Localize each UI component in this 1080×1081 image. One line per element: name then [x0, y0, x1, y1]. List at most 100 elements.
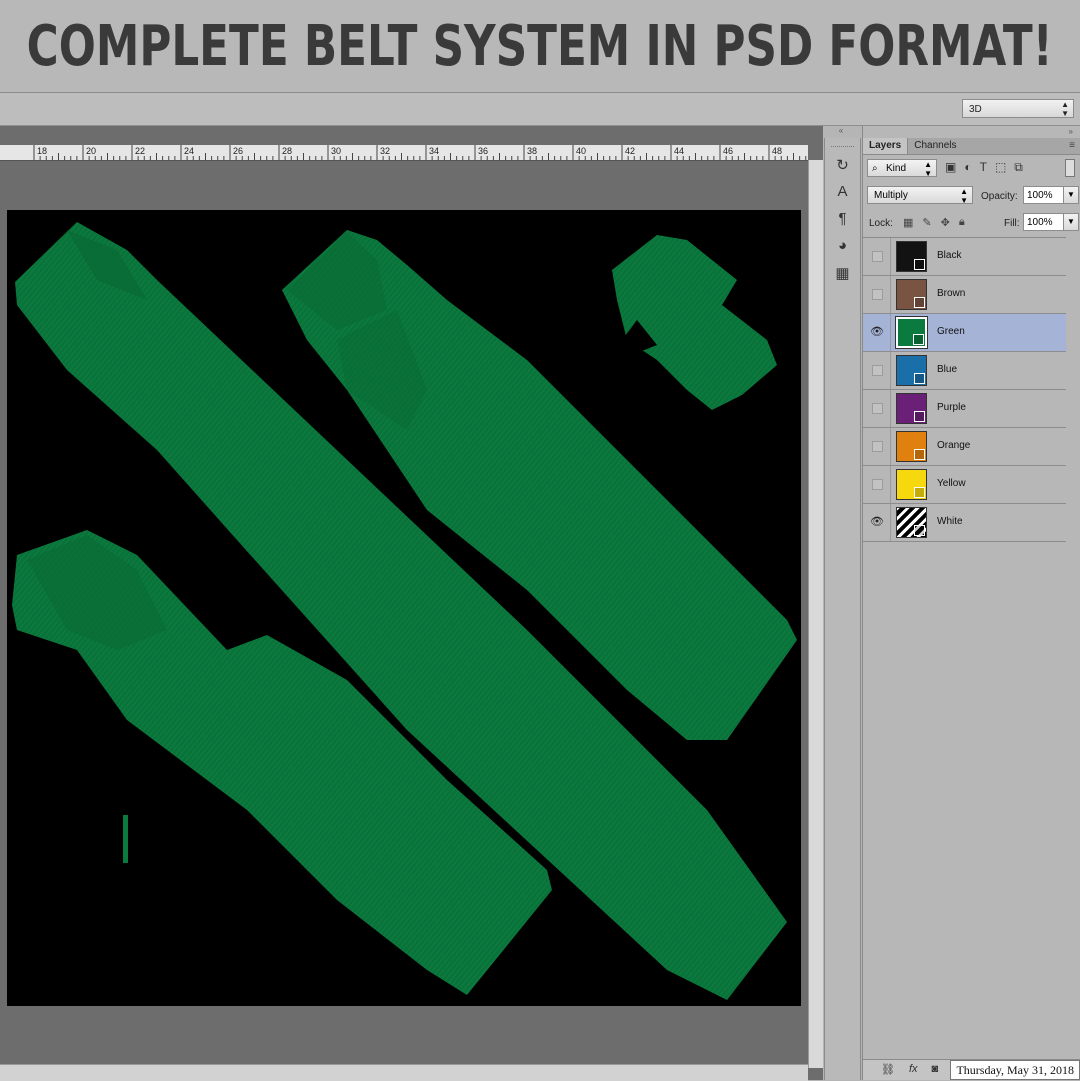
visibility-toggle-off[interactable]: [872, 289, 883, 300]
visibility-toggle-off[interactable]: [872, 251, 883, 262]
ruler-label: 44: [674, 146, 684, 156]
layer-row[interactable]: Orange: [863, 428, 1066, 466]
paragraph-icon[interactable]: ¶: [825, 205, 860, 232]
layer-name: Black: [937, 250, 962, 261]
workspace-select[interactable]: 3D ▲ ▼: [962, 99, 1074, 118]
layer-thumbnail: [896, 279, 927, 310]
layer-thumbnail: [896, 355, 927, 386]
ruler-ticks: 18 20 22 24 26 28 30 32 34 36 38 40 42 44 46 48: [33, 145, 807, 160]
eye-divider: [890, 466, 891, 503]
collapse-icon[interactable]: «: [823, 126, 859, 136]
ruler-label: 26: [233, 146, 243, 156]
eye-icon[interactable]: 👁︎: [870, 516, 884, 529]
lock-position-icon[interactable]: ✥: [941, 216, 950, 229]
opacity-label: Opacity:: [981, 191, 1018, 202]
swatches-icon[interactable]: ◕: [825, 232, 860, 259]
search-icon: ⌕: [872, 163, 878, 174]
fill-dropdown-icon[interactable]: ▼: [1063, 213, 1079, 231]
filter-icons: ▣ ◐ T ⬚ ⧉: [945, 160, 1023, 175]
lock-row: Lock: ▦ ✎ ✥ 🔒︎ Fill: 100% ▼: [863, 209, 1080, 236]
visibility-toggle-off[interactable]: [872, 479, 883, 490]
visibility-toggle-off[interactable]: [872, 441, 883, 452]
layer-row[interactable]: Brown: [863, 276, 1066, 314]
type-filter-icon[interactable]: T: [980, 160, 987, 175]
date-tooltip: Thursday, May 31, 2018: [950, 1060, 1080, 1080]
belt-buckle-piece: [612, 235, 777, 410]
select-arrows-icon: ▲ ▼: [1061, 100, 1069, 118]
layer-name: Purple: [937, 402, 966, 413]
ruler-label: 48: [772, 146, 782, 156]
smart-object-icon: [914, 259, 925, 270]
document-canvas[interactable]: [7, 210, 801, 1006]
filter-kind-select[interactable]: ⌕ Kind ▲ ▼: [867, 159, 937, 178]
3d-rotate-icon[interactable]: ↻: [825, 151, 860, 178]
ruler-label: 24: [184, 146, 194, 156]
link-layers-icon[interactable]: ⛓︎: [881, 1063, 895, 1076]
expand-icon[interactable]: »: [863, 126, 1080, 138]
smart-object-icon: [914, 449, 925, 460]
fx-icon[interactable]: fx: [909, 1063, 918, 1076]
banner-title: COMPLETE BELT SYSTEM IN PSD FORMAT!: [27, 13, 1053, 79]
opacity-dropdown-icon[interactable]: ▼: [1063, 186, 1079, 204]
layer-row[interactable]: 👁︎ White: [863, 504, 1066, 542]
smart-object-filter-icon[interactable]: ⧉: [1014, 160, 1023, 175]
filter-toggle[interactable]: [1065, 159, 1075, 177]
ruler-label: 36: [478, 146, 488, 156]
lock-transparent-icon[interactable]: ▦: [903, 216, 913, 229]
fill-input[interactable]: 100%: [1023, 213, 1065, 231]
lock-icons: ▦ ✎ ✥ 🔒︎: [903, 216, 965, 229]
ruler-label: 32: [380, 146, 390, 156]
layer-name: Blue: [937, 364, 958, 375]
ruler-label: 34: [429, 146, 439, 156]
visibility-toggle-off[interactable]: [872, 365, 883, 376]
select-arrows-icon: ▲ ▼: [960, 187, 968, 205]
ruler-label: 42: [625, 146, 635, 156]
pixel-filter-icon[interactable]: ▣: [945, 160, 956, 175]
layer-row[interactable]: Purple: [863, 390, 1066, 428]
layer-row-selected[interactable]: 👁︎ Green: [863, 314, 1066, 352]
footer-icons: ⛓︎ fx ◙: [881, 1063, 938, 1076]
ruler-label: 30: [331, 146, 341, 156]
panel-menu-icon[interactable]: ≡: [1069, 140, 1075, 151]
belt-small-strip: [123, 815, 128, 863]
blend-mode-select[interactable]: Multiply ▲ ▼: [867, 186, 973, 205]
ruler-label: 46: [723, 146, 733, 156]
layer-row[interactable]: Black: [863, 238, 1066, 276]
toolstrip-grip[interactable]: [831, 140, 854, 147]
add-mask-icon[interactable]: ◙: [932, 1063, 939, 1076]
layer-list: Black Brown 👁︎ Green Blue Purple Orange …: [863, 237, 1066, 542]
select-arrows-icon: ▲ ▼: [924, 160, 932, 178]
smart-object-icon: [914, 373, 925, 384]
smart-object-icon: [913, 334, 924, 345]
adjustment-filter-icon[interactable]: ◐: [964, 160, 971, 175]
eye-divider: [890, 428, 891, 465]
panel-toolstrip: ↻ A ¶ ◕ ▦: [824, 138, 861, 1080]
layers-panel: » Layers Channels ≡ ⌕ Kind ▲ ▼ ▣ ◐ T ⬚ ⧉ …: [862, 126, 1080, 1080]
lock-all-icon[interactable]: 🔒︎: [959, 216, 965, 229]
eye-divider: [890, 504, 891, 541]
layer-thumbnail: [896, 431, 927, 462]
smart-object-icon: [914, 297, 925, 308]
eye-icon[interactable]: 👁︎: [870, 326, 884, 339]
shape-filter-icon[interactable]: ⬚: [995, 160, 1006, 175]
horizontal-scrollbar[interactable]: [0, 1064, 808, 1081]
vertical-scrollbar[interactable]: [808, 160, 823, 1068]
character-icon[interactable]: A: [825, 178, 860, 205]
opacity-input[interactable]: 100%: [1023, 186, 1065, 204]
belt-uv-texture: [12, 222, 797, 1000]
smart-object-icon: [914, 487, 925, 498]
layer-thumbnail: [896, 507, 927, 538]
visibility-toggle-off[interactable]: [872, 403, 883, 414]
layer-thumbnail: [896, 393, 927, 424]
ruler-label: 40: [576, 146, 586, 156]
tab-channels[interactable]: Channels: [908, 138, 962, 154]
smart-object-icon: [914, 411, 925, 422]
grid-icon[interactable]: ▦: [825, 259, 860, 286]
layer-row[interactable]: Blue: [863, 352, 1066, 390]
lock-paint-icon[interactable]: ✎: [922, 216, 931, 229]
filter-kind-label: Kind: [886, 163, 907, 174]
eye-divider: [890, 314, 891, 351]
lock-label: Lock:: [869, 218, 893, 229]
tab-layers[interactable]: Layers: [863, 138, 909, 154]
layer-row[interactable]: Yellow: [863, 466, 1066, 504]
